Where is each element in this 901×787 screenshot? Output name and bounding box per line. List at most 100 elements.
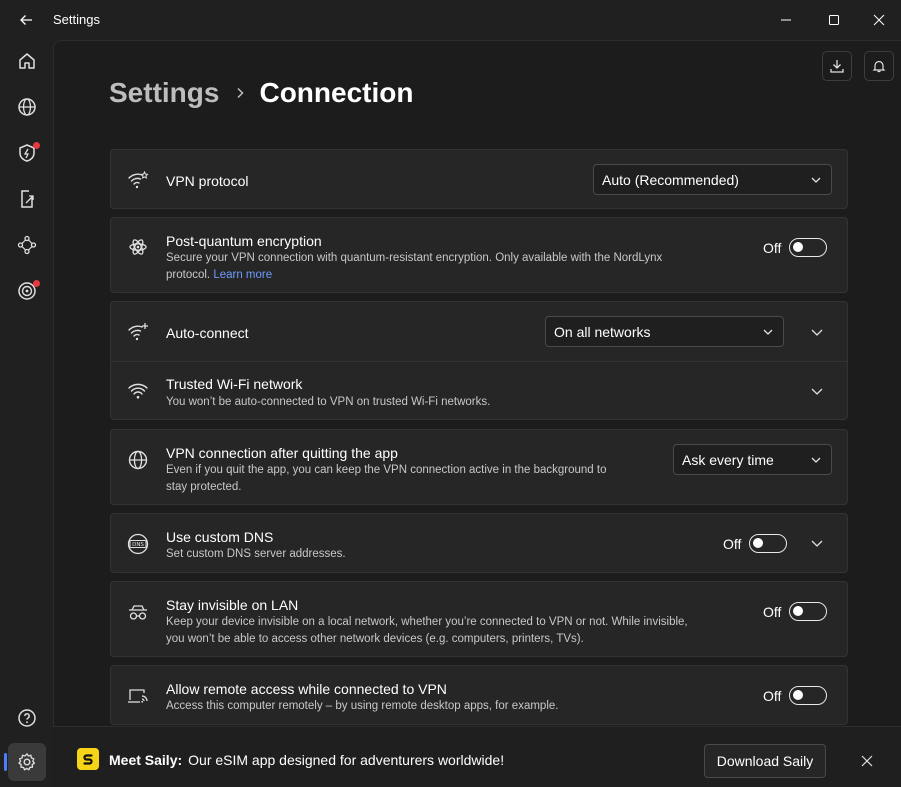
home-icon [19, 53, 35, 69]
auto-connect-value: On all networks [554, 323, 651, 340]
download-icon [830, 60, 844, 73]
title-bar: Settings [0, 0, 901, 40]
auto-connect-expand-button[interactable] [805, 320, 829, 344]
custom-dns-toggle[interactable] [749, 534, 788, 553]
toggle-state-label: Off [763, 239, 782, 256]
auto-connect-title: Auto-connect [166, 325, 249, 341]
after-quit-card: VPN connection after quitting the app Ev… [110, 429, 848, 505]
banner-close-button[interactable] [855, 749, 879, 773]
after-quit-desc: Even if you quit the app, you can keep t… [166, 464, 607, 493]
atom-icon [127, 236, 149, 258]
post-quantum-toggle[interactable] [789, 238, 828, 257]
auto-connect-dropdown[interactable]: On all networks [545, 316, 784, 347]
remote-access-title: Allow remote access while connected to V… [166, 681, 447, 697]
post-quantum-desc: Secure your VPN connection with quantum-… [166, 252, 663, 281]
remote-access-card: Allow remote access while connected to V… [110, 665, 848, 725]
sidebar-item-file-share[interactable] [8, 180, 46, 218]
toggle-state-label: Off [763, 603, 782, 620]
learn-more-link[interactable]: Learn more [213, 269, 272, 281]
after-quit-title: VPN connection after quitting the app [166, 445, 398, 461]
active-indicator [4, 753, 7, 771]
invisible-lan-card: Stay invisible on LAN Keep your device i… [110, 581, 848, 657]
chevron-right-icon [235, 87, 245, 99]
vpn-protocol-card: VPN protocol Auto (Recommended) [110, 149, 848, 209]
maximize-icon [829, 15, 839, 25]
invisible-lan-toggle[interactable] [789, 602, 828, 621]
sidebar-item-meshnet[interactable] [8, 226, 46, 264]
post-quantum-card: Post-quantum encryption Secure your VPN … [110, 217, 848, 293]
vpn-protocol-title: VPN protocol [166, 173, 249, 189]
vpn-protocol-value: Auto (Recommended) [602, 171, 739, 188]
bell-icon [872, 60, 886, 73]
chevron-down-icon [811, 457, 821, 463]
wifi-icon [127, 380, 149, 402]
vpn-protocol-dropdown[interactable]: Auto (Recommended) [593, 164, 832, 195]
gear-icon [18, 753, 36, 771]
share-file-icon [21, 190, 34, 208]
download-saily-button[interactable]: Download Saily [704, 744, 826, 778]
minimize-icon [781, 19, 791, 21]
remote-access-toggle-group: Off [763, 686, 828, 705]
chevron-down-icon [763, 329, 773, 335]
minimize-button[interactable] [763, 4, 809, 36]
help-icon [18, 709, 36, 727]
svg-text:DNS: DNS [132, 542, 144, 548]
trusted-wifi-title: Trusted Wi-Fi network [166, 376, 303, 392]
page-title: Connection [259, 77, 414, 108]
remote-access-toggle[interactable] [789, 686, 828, 705]
window-title: Settings [53, 12, 100, 27]
chevron-down-icon [811, 540, 823, 547]
toggle-state-label: Off [723, 535, 742, 552]
notifications-button[interactable] [864, 51, 894, 81]
after-quit-value: Ask every time [682, 451, 774, 468]
remote-desktop-icon [127, 685, 149, 707]
post-quantum-title: Post-quantum encryption [166, 233, 322, 249]
invisible-lan-toggle-group: Off [763, 602, 828, 621]
divider [111, 361, 847, 362]
invisible-lan-desc: Keep your device invisible on a local ne… [166, 616, 688, 645]
meshnet-icon [17, 235, 37, 255]
breadcrumb: Settings Connection [109, 77, 413, 109]
back-button[interactable] [14, 8, 38, 32]
sidebar-item-help[interactable] [8, 699, 46, 737]
dns-icon: DNS [127, 533, 149, 555]
notification-dot [33, 142, 40, 149]
download-button[interactable] [822, 51, 852, 81]
globe-icon [18, 98, 36, 116]
breadcrumb-parent[interactable]: Settings [109, 77, 219, 109]
wifi-star-icon [127, 169, 149, 191]
sidebar-item-dark-web-monitor[interactable] [8, 272, 46, 310]
arrow-left-icon [20, 15, 32, 25]
after-quit-dropdown[interactable]: Ask every time [673, 444, 832, 475]
trusted-wifi-expand-button[interactable] [805, 379, 829, 403]
close-window-button[interactable] [856, 4, 901, 36]
custom-dns-card: DNS Use custom DNS Set custom DNS server… [110, 513, 848, 573]
trusted-wifi-desc: You won’t be auto-connected to VPN on tr… [166, 396, 491, 408]
maximize-button[interactable] [811, 4, 857, 36]
incognito-glasses-icon [127, 602, 149, 624]
sidebar-item-threat-protection[interactable] [8, 134, 46, 172]
chevron-down-icon [811, 177, 821, 183]
close-icon [873, 14, 885, 26]
invisible-lan-title: Stay invisible on LAN [166, 597, 299, 613]
sidebar-item-settings[interactable] [8, 743, 46, 781]
custom-dns-toggle-group: Off [723, 534, 788, 553]
post-quantum-toggle-group: Off [763, 238, 828, 257]
close-icon [861, 755, 873, 767]
banner-message: Our eSIM app designed for adventurers wo… [188, 752, 505, 768]
custom-dns-title: Use custom DNS [166, 529, 274, 545]
banner-text: Meet Saily: Our eSIM app designed for adv… [109, 752, 504, 768]
banner-brand: Meet Saily: [109, 752, 183, 768]
sidebar [0, 40, 53, 787]
auto-connect-card: Auto-connect On all networks Trusted Wi-… [110, 301, 848, 420]
chevron-down-icon [811, 329, 823, 336]
sidebar-item-servers[interactable] [8, 88, 46, 126]
notification-dot [33, 280, 40, 287]
main-panel: Settings Connection VPN protocol Auto (R… [53, 40, 901, 787]
wifi-sparkle-icon [127, 321, 149, 343]
chevron-down-icon [811, 388, 823, 395]
saily-logo [77, 748, 99, 770]
sidebar-item-home[interactable] [8, 42, 46, 80]
toggle-state-label: Off [763, 687, 782, 704]
custom-dns-expand-button[interactable] [805, 531, 829, 555]
